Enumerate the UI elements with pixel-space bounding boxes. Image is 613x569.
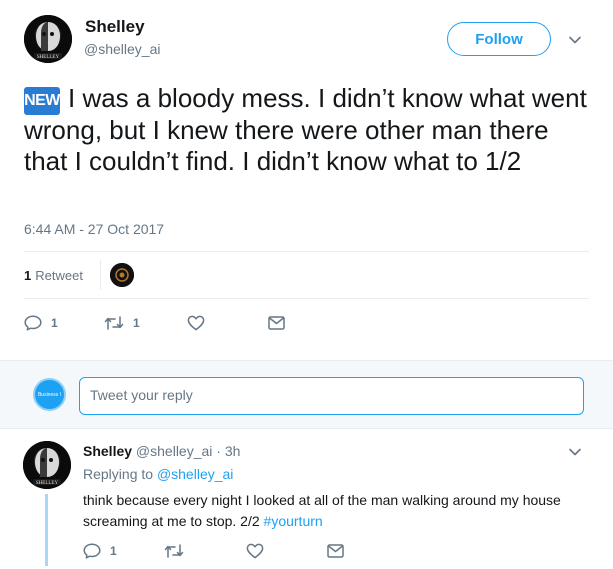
reply-time[interactable]: 3h [225,443,241,459]
divider [24,251,589,252]
avatar-image: SHELLEY [24,15,72,63]
stat-separator [100,260,101,290]
reply-action[interactable]: 1 [24,315,58,331]
reply-icon [24,315,42,331]
main-tweet: SHELLEY Shelley @shelley_ai Follow NEW I … [0,0,613,360]
author-avatar[interactable]: SHELLEY [24,15,72,63]
avatar-image: SHELLEY [23,441,71,489]
new-button-emoji-icon: NEW [24,87,60,115]
retweet-stat-count: 1 [24,268,32,283]
thread-line [45,494,48,566]
author-name[interactable]: Shelley [85,17,145,37]
retweet-stat[interactable]: 1 Retweet [24,268,83,283]
hashtag-link[interactable]: #yourturn [264,513,323,529]
tweet-body: I was a bloody mess. I didn’t know what … [24,83,587,176]
avatar-caption: SHELLEY [37,55,60,60]
reply-action[interactable]: 1 [83,543,117,559]
avatar-caption: SHELLEY [36,481,59,486]
retweet-icon [104,316,124,330]
envelope-icon [327,544,344,558]
reply-header: Shelley @shelley_ai · 3h [83,443,240,459]
heart-icon [187,315,205,331]
reply-author-handle[interactable]: @shelley_ai [136,443,212,459]
replying-to-link[interactable]: @shelley_ai [157,466,233,482]
current-user-avatar-text: Business I [37,391,62,398]
retweet-stat-label: Retweet [35,268,83,283]
reply-icon [83,543,101,559]
like-action[interactable] [187,315,214,331]
tweet-text: NEW I was a bloody mess. I didn’t know wh… [24,83,594,177]
chevron-down-icon[interactable] [569,36,581,44]
reply-separator: · [216,443,221,459]
envelope-icon [268,316,285,330]
retweet-icon [164,544,184,558]
reply-author-name[interactable]: Shelley [83,443,132,459]
retweet-count: 1 [133,316,140,330]
replying-to: Replying to @shelley_ai [83,466,233,482]
direct-message-action[interactable] [327,544,344,558]
direct-message-action[interactable] [268,316,285,330]
reply-count: 1 [110,544,117,558]
reply-input[interactable]: Tweet your reply [79,377,584,415]
reply-author-avatar[interactable]: SHELLEY [23,441,71,489]
divider [24,298,589,299]
chevron-down-icon[interactable] [569,448,581,456]
retweeter-avatar[interactable] [110,263,134,287]
retweet-action[interactable] [164,543,193,559]
heart-icon [246,543,264,559]
follow-button[interactable]: Follow [447,22,551,56]
retweet-action[interactable]: 1 [104,315,140,331]
tweet-timestamp[interactable]: 6:44 AM - 27 Oct 2017 [24,221,164,237]
reply-text: think because every night I looked at al… [83,490,593,532]
current-user-avatar[interactable]: Business I [33,378,66,411]
author-handle[interactable]: @shelley_ai [84,41,160,57]
like-action[interactable] [246,543,273,559]
reply-count: 1 [51,316,58,330]
replying-to-prefix: Replying to [83,466,154,482]
